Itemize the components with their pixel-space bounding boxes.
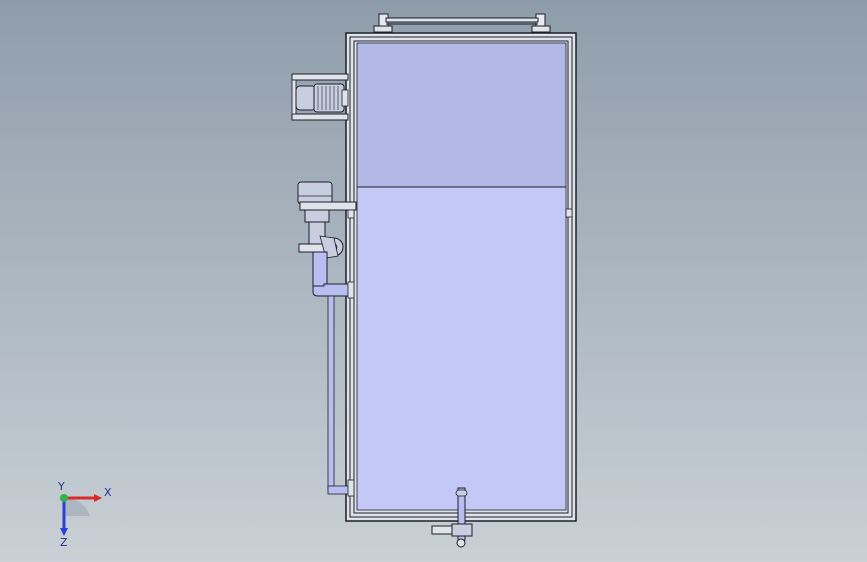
z-axis-label: Z [60,536,68,549]
x-axis-label: X [104,486,112,499]
tank-lower-zone[interactable] [356,186,567,511]
lifting-bracket[interactable] [373,13,551,35]
y-axis-label: Y [57,480,65,493]
triad-shadow [64,497,90,516]
cad-viewport[interactable] [0,0,867,562]
y-axis-dot-icon [60,494,68,502]
z-axis-arrow-icon [60,528,68,536]
x-axis-arrow-icon [94,494,102,502]
top-motor-assembly[interactable] [291,73,349,121]
frame-right-clip [565,208,573,218]
axis-triad: X Y Z [57,480,112,549]
tank-upper-zone[interactable] [356,42,567,188]
